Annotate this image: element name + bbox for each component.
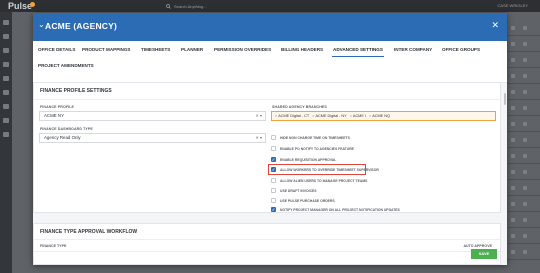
option-notify-project-manager[interactable]: ✓ NOTIFY PROJECT MANAGER ON ALL PROJECT … [271, 206, 400, 213]
option-use-pulse-purchase-orders[interactable]: USE PULSE PURCHASE ORDERS [271, 197, 335, 204]
card-title: FINANCE PROFILE SETTINGS [40, 88, 112, 94]
chevron-down-icon[interactable]: ⌄ [38, 20, 45, 29]
table-row [505, 244, 540, 260]
option-hide-non-charge-time[interactable]: HIDE NON CHARGE TIME ON TIMESHEETS [271, 134, 350, 141]
option-enable-requisition-approval[interactable]: ✓ ENABLE REQUISITION APPROVAL [271, 156, 336, 163]
tab-office-details[interactable]: OFFICE DETAILS [38, 47, 75, 52]
table-row [505, 196, 540, 212]
shared-branches-tag-input[interactable]: ×ACME Digital - CT ×ACME Digital - NY ×A… [271, 111, 496, 121]
global-search[interactable]: Search Anything... [166, 2, 286, 10]
tab-billing-headers[interactable]: BILLING HEADERS [281, 47, 323, 52]
option-allow-alien-users[interactable]: ALLOW ALIEN USERS TO MANAGE PROJECT TEAM… [271, 177, 367, 184]
table-row [505, 36, 540, 52]
approval-workflow-card: FINANCE TYPE APPROVAL WORKFLOW FINANCE T… [33, 223, 501, 265]
branch-tag[interactable]: ×ACME I [350, 114, 366, 118]
checkbox[interactable] [271, 198, 276, 203]
table-row [505, 84, 540, 100]
finance-icon[interactable] [3, 90, 9, 95]
close-icon[interactable]: ✕ [491, 20, 499, 31]
shared-branches-label: SHARED AGENCY BRANCHES [272, 105, 327, 109]
table-row [505, 20, 540, 36]
table-row [505, 100, 540, 116]
checkbox-checked[interactable]: ✓ [271, 157, 276, 162]
dashboard-icon[interactable] [3, 34, 9, 39]
card-title: FINANCE TYPE APPROVAL WORKFLOW [40, 229, 138, 235]
clear-chevron-icon[interactable]: ✕ ▾ [256, 112, 262, 120]
table-row [505, 228, 540, 244]
background-table [505, 20, 540, 270]
user-menu[interactable]: CASE WRIGLEY [498, 0, 528, 12]
tab-project-amendments[interactable]: PROJECT AMENDMENTS [38, 63, 94, 68]
checkbox[interactable] [271, 135, 276, 140]
divider [34, 99, 500, 100]
scrollbar-thumb[interactable] [504, 93, 506, 105]
option-use-draft-invoices[interactable]: USE DRAFT INVOICES [271, 187, 317, 194]
modal-title: ACME (AGENCY) [45, 21, 118, 31]
finance-profile-select[interactable]: ACME NY ✕ ▾ [39, 111, 266, 121]
table-row [505, 164, 540, 180]
home-icon[interactable] [3, 20, 9, 25]
planner-icon[interactable] [3, 118, 9, 123]
settings-icon[interactable] [3, 132, 9, 137]
tab-inter-company[interactable]: INTER COMPANY [394, 47, 432, 52]
remove-tag-icon[interactable]: × [275, 114, 277, 118]
clear-chevron-icon[interactable]: ✕ ▾ [256, 134, 262, 142]
option-enable-po-notify[interactable]: ENABLE PO NOTIFY TO AGENCIES FEATURE [271, 145, 354, 152]
app-sidebar [0, 12, 12, 273]
scrollbar[interactable] [503, 87, 507, 259]
search-placeholder: Search Anything... [174, 3, 207, 9]
logo-dot-icon [30, 2, 35, 7]
column-header-auto-approve: AUTO APPROVE [463, 244, 492, 248]
tab-planner[interactable]: PLANNER [181, 47, 203, 52]
modal-header: ⌄ ACME (AGENCY) ✕ [33, 13, 507, 41]
finance-profile-value: ACME NY [44, 113, 65, 118]
search-icon [166, 3, 171, 9]
save-button[interactable]: SAVE [471, 249, 497, 259]
table-row [505, 132, 540, 148]
settings-tabs: OFFICE DETAILS PRODUCT MAPPINGS TIMESHEE… [33, 41, 507, 83]
reports-icon[interactable] [3, 104, 9, 109]
checkbox-checked[interactable]: ✓ [271, 207, 276, 212]
finance-profile-label: FINANCE PROFILE [40, 105, 75, 109]
checkbox[interactable] [271, 146, 276, 151]
modal-content: FINANCE PROFILE SETTINGS FINANCE PROFILE… [33, 82, 507, 265]
checkbox[interactable] [271, 188, 276, 193]
divider [34, 239, 500, 240]
highlight-box [268, 164, 366, 175]
finance-profile-card: FINANCE PROFILE SETTINGS FINANCE PROFILE… [33, 82, 501, 213]
people-icon[interactable] [3, 62, 9, 67]
checkbox[interactable] [271, 178, 276, 183]
divider [34, 251, 500, 252]
branch-tag[interactable]: ×ACME Digital - NY [312, 114, 346, 118]
column-header-finance-type: FINANCE TYPE [40, 244, 67, 248]
app-logo: Pulse [8, 1, 33, 11]
table-row [505, 52, 540, 68]
table-row [505, 148, 540, 164]
dashboard-type-label: FINANCE DASHBOARD TYPE [40, 127, 93, 131]
branch-tag[interactable]: ×ACME NQ [369, 114, 390, 118]
tab-office-groups[interactable]: OFFICE GROUPS [442, 47, 480, 52]
timesheet-icon[interactable] [3, 76, 9, 81]
tab-permission-overrides[interactable]: PERMISSION OVERRIDES [214, 47, 271, 52]
branch-tag[interactable]: ×ACME Digital - CT [275, 114, 309, 118]
remove-tag-icon[interactable]: × [350, 114, 352, 118]
dashboard-type-select[interactable]: Agency Read Only ✕ ▾ [39, 133, 266, 143]
tab-advanced-settings[interactable]: ADVANCED SETTINGS [332, 47, 384, 57]
top-bar: Pulse Search Anything... CASE WRIGLEY [0, 0, 540, 12]
table-row [505, 180, 540, 196]
remove-tag-icon[interactable]: × [369, 114, 371, 118]
agency-settings-modal: ⌄ ACME (AGENCY) ✕ OFFICE DETAILS PRODUCT… [33, 13, 507, 265]
projects-icon[interactable] [3, 48, 9, 53]
table-row [505, 212, 540, 228]
dashboard-type-value: Agency Read Only [44, 135, 81, 140]
tab-product-mappings[interactable]: PRODUCT MAPPINGS [82, 47, 131, 52]
table-row [505, 116, 540, 132]
tab-timesheets[interactable]: TIMESHEETS [141, 47, 170, 52]
table-row [505, 68, 540, 84]
